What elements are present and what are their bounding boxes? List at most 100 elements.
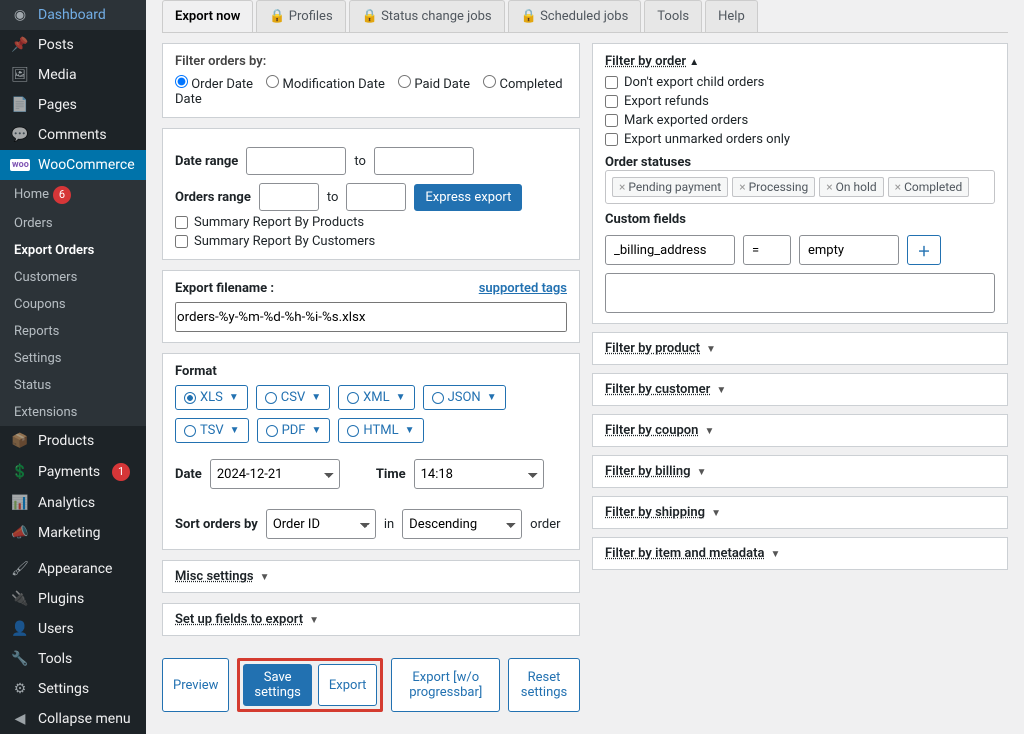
- caret-icon: ▼: [487, 392, 497, 403]
- radio-order-date[interactable]: Order Date: [175, 77, 253, 92]
- export-filename-panel: Export filename : supported tags: [162, 270, 580, 343]
- tab-profiles[interactable]: 🔒 Profiles: [256, 0, 345, 32]
- media-icon: 🖼: [10, 67, 30, 83]
- sidebar-label: WooCommerce: [38, 157, 135, 173]
- sidebar-item-settings[interactable]: ⚙Settings: [0, 674, 146, 704]
- sidebar-item-marketing[interactable]: 📣 Marketing: [0, 518, 146, 548]
- filter-by-shipping-toggle[interactable]: Filter by shipping▼: [592, 496, 1008, 529]
- date-select[interactable]: 2024-12-21: [210, 459, 340, 489]
- unmarked-only-checkbox[interactable]: [605, 133, 618, 146]
- sidebar-item-plugins[interactable]: 🔌Plugins: [0, 584, 146, 614]
- date-to-input[interactable]: [374, 147, 474, 175]
- no-child-checkbox[interactable]: [605, 76, 618, 89]
- misc-settings-toggle[interactable]: Misc settings▼: [162, 560, 580, 593]
- time-select[interactable]: 14:18: [414, 459, 544, 489]
- status-pill-completed[interactable]: Completed: [888, 177, 970, 197]
- radio-icon: [266, 425, 278, 437]
- order-statuses-multiselect[interactable]: Pending payment Processing On hold Compl…: [605, 170, 995, 204]
- reset-settings-button[interactable]: Reset settings: [508, 658, 580, 712]
- sub-item-extensions[interactable]: Extensions: [0, 399, 146, 426]
- export-refunds-checkbox[interactable]: [605, 95, 618, 108]
- filter-by-item-toggle[interactable]: Filter by item and metadata▼: [592, 537, 1008, 570]
- sidebar-item-appearance[interactable]: 🖌Appearance: [0, 554, 146, 584]
- export-filename-input[interactable]: [175, 302, 567, 332]
- sub-item-export-orders[interactable]: Export Orders: [0, 237, 146, 264]
- sub-item-settings[interactable]: Settings: [0, 345, 146, 372]
- tab-export-now[interactable]: Export now: [162, 0, 253, 32]
- marketing-icon: 📣: [10, 525, 30, 541]
- summary-customers-checkbox[interactable]: [175, 235, 188, 248]
- sort-field-select[interactable]: Order ID: [266, 509, 376, 539]
- summary-products-checkbox[interactable]: [175, 216, 188, 229]
- sidebar-item-products[interactable]: 📦Products: [0, 426, 146, 456]
- save-settings-button[interactable]: Save settings: [243, 664, 311, 706]
- sidebar-label: Marketing: [38, 525, 101, 541]
- format-json[interactable]: JSON ▼: [423, 385, 506, 410]
- sidebar-label: Settings: [38, 681, 89, 697]
- sidebar-item-dashboard[interactable]: ◉Dashboard: [0, 0, 146, 30]
- sidebar-item-pages[interactable]: 📄Pages: [0, 90, 146, 120]
- format-tsv[interactable]: TSV▼: [175, 418, 249, 443]
- tab-tools[interactable]: Tools: [644, 0, 702, 32]
- sidebar-item-tools[interactable]: 🔧Tools: [0, 644, 146, 674]
- filter-by-customer-toggle[interactable]: Filter by customer▼: [592, 373, 1008, 406]
- date-from-input[interactable]: [246, 147, 346, 175]
- custom-fields-textarea[interactable]: [605, 273, 995, 313]
- filter-by-product-toggle[interactable]: Filter by product▼: [592, 332, 1008, 365]
- radio-order-date-input[interactable]: [175, 75, 188, 88]
- tab-help[interactable]: Help: [705, 0, 758, 32]
- sidebar-item-posts[interactable]: 📌Posts: [0, 30, 146, 60]
- filter-orders-panel: Filter orders by: Order Date Modificatio…: [162, 43, 580, 118]
- filter-by-order-title[interactable]: Filter by order: [605, 54, 686, 69]
- orders-from-input[interactable]: [259, 183, 319, 211]
- radio-paid-date-input[interactable]: [398, 75, 411, 88]
- order-label: order: [530, 517, 560, 532]
- preview-button[interactable]: Preview: [162, 658, 229, 712]
- action-bar: Preview Save settings Export Export [w/o…: [162, 658, 580, 712]
- custom-field-op-select[interactable]: =: [743, 235, 791, 265]
- sidebar-item-comments[interactable]: 💬Comments: [0, 120, 146, 150]
- sub-item-orders[interactable]: Orders: [0, 210, 146, 237]
- add-custom-field-button[interactable]: ＋: [907, 235, 941, 265]
- sidebar-item-woocommerce[interactable]: wooWooCommerce: [0, 150, 146, 180]
- status-pill-pending[interactable]: Pending payment: [612, 177, 728, 197]
- filter-by-coupon-toggle[interactable]: Filter by coupon▼: [592, 414, 1008, 447]
- sort-dir-select[interactable]: Descending: [402, 509, 522, 539]
- radio-completed-date-input[interactable]: [483, 75, 496, 88]
- sidebar-item-users[interactable]: 👤Users: [0, 614, 146, 644]
- filter-by-billing-toggle[interactable]: Filter by billing▼: [592, 455, 1008, 488]
- format-xls[interactable]: XLS▼: [175, 385, 248, 410]
- collapse-menu-button[interactable]: ◀Collapse menu: [0, 704, 146, 734]
- express-export-button[interactable]: Express export: [414, 184, 522, 211]
- tab-scheduled-jobs[interactable]: 🔒 Scheduled jobs: [508, 0, 642, 32]
- radio-mod-date-input[interactable]: [266, 75, 279, 88]
- sidebar-item-media[interactable]: 🖼Media: [0, 60, 146, 90]
- custom-field-value-select[interactable]: empty: [799, 235, 899, 265]
- tab-status-jobs[interactable]: 🔒 Status change jobs: [349, 0, 505, 32]
- orders-to-input[interactable]: [346, 183, 406, 211]
- export-no-progressbar-button[interactable]: Export [w/o progressbar]: [391, 658, 500, 712]
- sub-item-customers[interactable]: Customers: [0, 264, 146, 291]
- mark-exported-checkbox[interactable]: [605, 114, 618, 127]
- format-chip-label: JSON: [448, 390, 481, 405]
- supported-tags-link[interactable]: supported tags: [479, 281, 567, 296]
- radio-mod-date[interactable]: Modification Date: [266, 77, 385, 92]
- format-csv[interactable]: CSV▼: [256, 385, 330, 410]
- sidebar-item-analytics[interactable]: 📊Analytics: [0, 488, 146, 518]
- sub-item-reports[interactable]: Reports: [0, 318, 146, 345]
- status-pill-processing[interactable]: Processing: [732, 177, 815, 197]
- filter-heading: Filter orders by:: [175, 54, 567, 69]
- status-pill-onhold[interactable]: On hold: [819, 177, 883, 197]
- format-html[interactable]: HTML▼: [338, 418, 423, 443]
- sidebar-label: Pages: [38, 97, 77, 113]
- format-xml[interactable]: XML▼: [338, 385, 414, 410]
- custom-field-name-select[interactable]: _billing_address_1: [605, 235, 735, 265]
- export-button[interactable]: Export: [318, 664, 378, 706]
- format-pdf[interactable]: PDF▼: [257, 418, 331, 443]
- sub-item-status[interactable]: Status: [0, 372, 146, 399]
- sub-item-home[interactable]: Home6: [0, 180, 146, 210]
- setup-fields-toggle[interactable]: Set up fields to export▼: [162, 603, 580, 636]
- sub-item-coupons[interactable]: Coupons: [0, 291, 146, 318]
- sidebar-item-payments[interactable]: 💲Payments1: [0, 456, 146, 488]
- radio-paid-date[interactable]: Paid Date: [398, 77, 470, 92]
